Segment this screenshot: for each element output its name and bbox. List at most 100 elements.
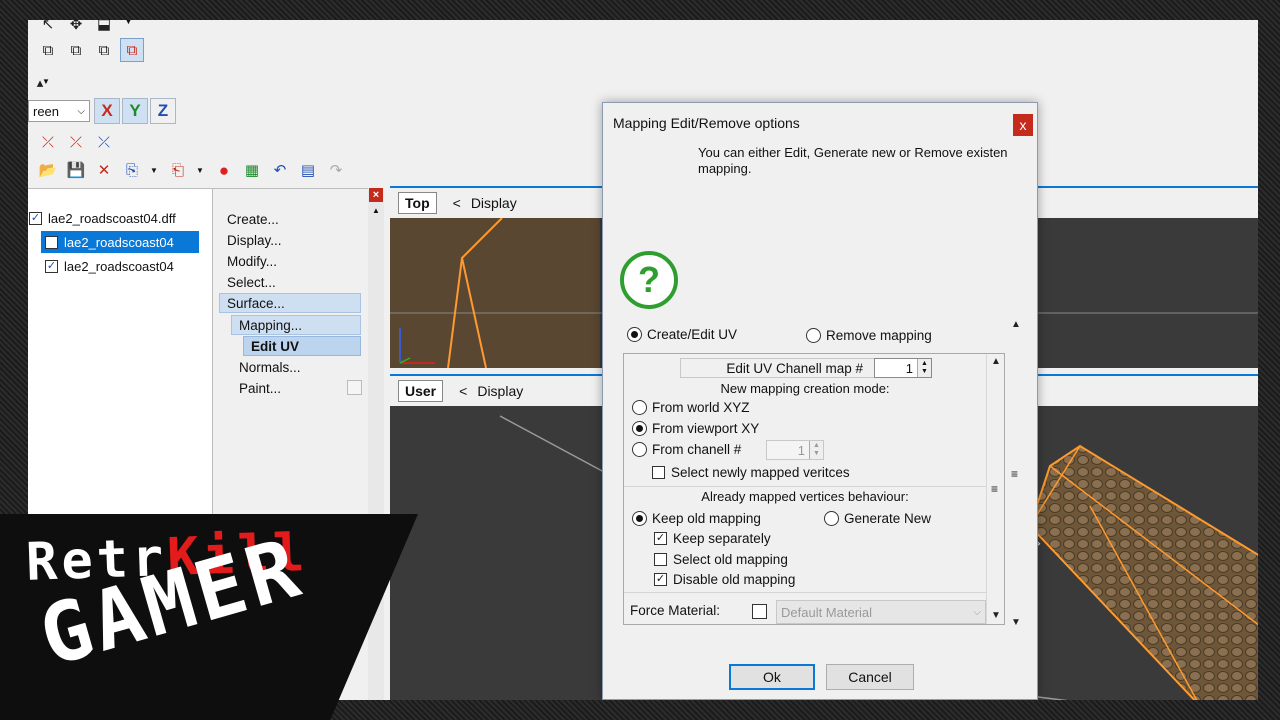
paint-checkbox[interactable] — [347, 380, 362, 395]
dialog-scrollbar[interactable]: ▲ ≡ ▼ — [1008, 319, 1024, 633]
keep-old-mapping-radio[interactable]: Keep old mapping — [632, 511, 761, 526]
tree-child-checkbox[interactable]: ✓ — [45, 259, 58, 273]
scroll-up-arrow-icon[interactable]: ▲ — [372, 206, 380, 215]
top-viewport-menu[interactable]: Display — [471, 195, 517, 211]
user-viewport-tag[interactable]: User — [398, 380, 444, 402]
menu-modify[interactable]: Modify... — [227, 251, 277, 271]
user-viewport-menu[interactable]: Display — [477, 383, 523, 399]
properties-icon[interactable]: ▤ — [296, 158, 320, 182]
dialog-close-button[interactable]: x — [1013, 114, 1033, 136]
axis-mode-dropdown[interactable]: reen ⌵ — [28, 100, 90, 122]
redo-icon[interactable]: ↷ — [324, 158, 348, 182]
force-material-row: Force Material: — [630, 603, 720, 618]
creation-mode-header: New mapping creation mode: — [720, 381, 890, 396]
disable-old-mapping-checkbox[interactable]: ✓ Disable old mapping — [654, 572, 795, 587]
remove-mapping-radio-dot[interactable] — [806, 328, 821, 343]
axis-gizmo-1-icon[interactable]: ⤫ — [36, 130, 60, 154]
force-material-checkbox[interactable] — [752, 604, 767, 619]
tree-item-selected[interactable]: lae2_roadscoast04 — [41, 231, 199, 253]
select-old-mapping-checkbox[interactable]: Select old mapping — [654, 552, 788, 567]
cube-perspective-icon[interactable]: ⧉ — [120, 38, 144, 62]
from-viewport-xy-label: From viewport XY — [652, 421, 760, 436]
spinner-arrows-icon[interactable]: ▲ ▼ — [917, 359, 931, 377]
cursor-dropdown-arrow-icon[interactable]: ▼ — [42, 77, 50, 86]
menu-create[interactable]: Create... — [227, 209, 279, 229]
tree-item-child[interactable]: ✓ lae2_roadscoast04 — [45, 255, 174, 277]
from-channel-radio[interactable]: From chanell # — [632, 442, 741, 457]
from-channel-radio-dot[interactable] — [632, 442, 647, 457]
keep-old-mapping-radio-dot[interactable] — [632, 511, 647, 526]
force-material-dropdown[interactable]: Default Material ⌵ — [776, 600, 986, 624]
dropdown-arrow-icon[interactable]: ▼ — [124, 20, 133, 26]
dialog-scroll-down-icon[interactable]: ▼ — [1011, 617, 1021, 628]
menu-panel-close-button[interactable]: × — [369, 188, 383, 202]
inner-scroll-up-icon[interactable]: ▲ — [991, 356, 1001, 367]
top-viewport-menu-arrow[interactable]: < — [453, 195, 461, 211]
question-icon: ? — [620, 251, 678, 309]
menu-edit-uv[interactable]: Edit UV — [243, 336, 361, 356]
create-edit-uv-radio[interactable]: Create/Edit UV — [627, 327, 737, 342]
move-tool-icon[interactable]: ✥ — [64, 20, 88, 36]
ok-button[interactable]: Ok — [729, 664, 815, 690]
select-newly-mapped-checkbox[interactable]: Select newly mapped veritces — [652, 465, 850, 480]
cube-front-icon[interactable]: ⧉ — [36, 38, 60, 62]
cube-side-icon[interactable]: ⧉ — [64, 38, 88, 62]
from-channel-spinner-arrows-icon[interactable]: ▲ ▼ — [809, 441, 823, 459]
export-icon[interactable]: ⎘ — [120, 158, 144, 182]
remove-mapping-radio[interactable]: Remove mapping — [806, 328, 932, 343]
axis-z-button[interactable]: Z — [150, 98, 176, 124]
road-mesh — [1028, 444, 1258, 700]
dialog-scroll-thumb-icon[interactable]: ≡ — [1011, 467, 1018, 481]
select-newly-mapped-box[interactable] — [652, 466, 665, 479]
cancel-button[interactable]: Cancel — [826, 664, 914, 690]
axis-x-button[interactable]: X — [94, 98, 120, 124]
undo-icon[interactable]: ↶ — [268, 158, 292, 182]
group-divider — [624, 486, 986, 487]
axis-gizmo-2-icon[interactable]: ⤫ — [64, 130, 88, 154]
group-divider-2 — [624, 592, 986, 593]
import-dropdown-icon[interactable]: ▼ — [196, 166, 204, 175]
export-dropdown-icon[interactable]: ▼ — [150, 166, 158, 175]
grid-icon[interactable]: ▦ — [240, 158, 264, 182]
save-icon[interactable]: 💾 — [64, 158, 88, 182]
from-world-xyz-radio[interactable]: From world XYZ — [632, 400, 750, 415]
delete-icon[interactable]: ✕ — [92, 158, 116, 182]
menu-mapping[interactable]: Mapping... — [231, 315, 361, 335]
dialog-scroll-up-icon[interactable]: ▲ — [1011, 319, 1021, 330]
import-icon[interactable]: ⎗ — [166, 158, 190, 182]
menu-paint[interactable]: Paint... — [239, 378, 281, 398]
create-edit-uv-radio-dot[interactable] — [627, 327, 642, 342]
open-folder-icon[interactable]: 📂 — [36, 158, 60, 182]
tree-root-checkbox[interactable]: ✓ — [29, 211, 42, 225]
generate-new-radio-dot[interactable] — [824, 511, 839, 526]
channel-spinner[interactable]: 1 ▲ ▼ — [874, 358, 932, 378]
axis-y-button[interactable]: Y — [122, 98, 148, 124]
top-viewport-tag[interactable]: Top — [398, 192, 437, 214]
tree-item-selected-checkbox[interactable] — [45, 235, 58, 249]
cube-top-icon[interactable]: ⧉ — [92, 38, 116, 62]
inner-scrollbar[interactable]: ▲ ≡ ▼ — [986, 354, 1004, 624]
disable-old-mapping-box[interactable]: ✓ — [654, 573, 667, 586]
paint-tool-icon[interactable]: ⬓ — [92, 20, 116, 36]
select-newly-mapped-label: Select newly mapped veritces — [671, 465, 850, 480]
menu-display[interactable]: Display... — [227, 230, 282, 250]
generate-new-radio[interactable]: Generate New — [824, 511, 931, 526]
axis-gizmo-3-icon[interactable]: ⤫ — [92, 130, 116, 154]
inner-scroll-thumb-icon[interactable]: ≡ — [991, 482, 998, 496]
from-viewport-xy-radio[interactable]: From viewport XY — [632, 421, 759, 436]
menu-normals[interactable]: Normals... — [239, 357, 301, 377]
already-mapped-header: Already mapped vertices behaviour: — [701, 489, 909, 504]
from-viewport-xy-radio-dot[interactable] — [632, 421, 647, 436]
from-world-xyz-radio-dot[interactable] — [632, 400, 647, 415]
select-tool-icon[interactable]: ↖ — [36, 20, 60, 36]
from-channel-spinner[interactable]: 1 ▲ ▼ — [766, 440, 824, 460]
tree-item-root[interactable]: ✓ lae2_roadscoast04.dff — [29, 207, 180, 229]
select-old-mapping-box[interactable] — [654, 553, 667, 566]
menu-surface[interactable]: Surface... — [219, 293, 361, 313]
inner-scroll-down-icon[interactable]: ▼ — [991, 610, 1001, 621]
user-viewport-menu-arrow[interactable]: < — [459, 383, 467, 399]
record-icon[interactable]: ● — [212, 158, 236, 182]
keep-separately-box[interactable]: ✓ — [654, 532, 667, 545]
menu-select[interactable]: Select... — [227, 272, 276, 292]
keep-separately-checkbox[interactable]: ✓ Keep separately — [654, 531, 771, 546]
